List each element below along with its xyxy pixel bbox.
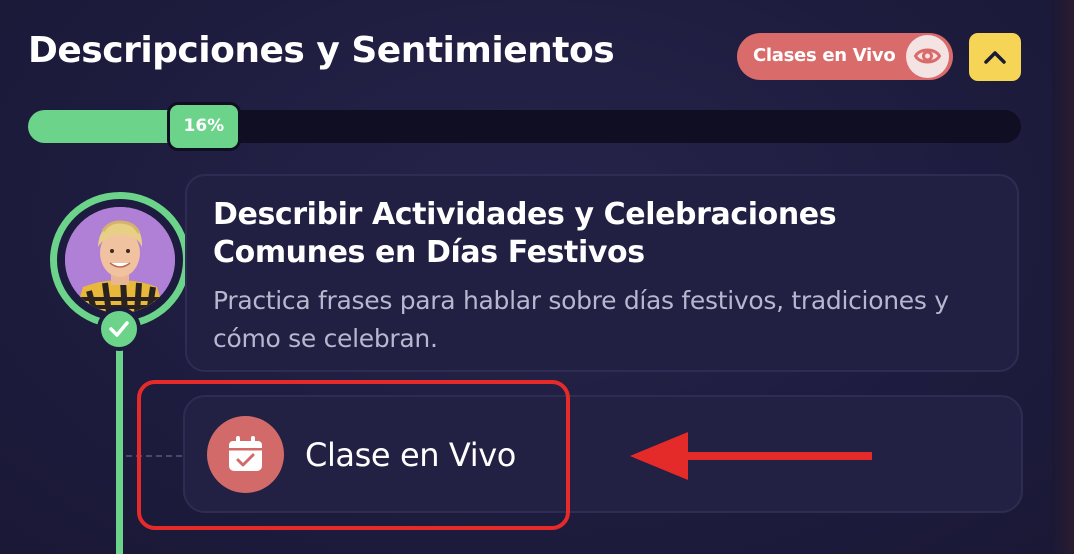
annotation-highlight-box [137,380,570,530]
check-icon [109,321,129,337]
section-title: Descripciones y Sentimientos [28,30,615,71]
lesson-card[interactable]: Describir Actividades y Celebraciones Co… [185,174,1019,372]
chevron-up-icon [984,51,1006,64]
progress-label: 16% [183,116,225,136]
course-section-panel: Descripciones y Sentimientos Clases en V… [0,0,1074,554]
lesson-title: Describir Actividades y Celebraciones Co… [213,197,837,270]
timeline-line [116,320,123,554]
live-classes-label: Clases en Vivo [753,45,896,66]
right-edge-shade [1052,0,1074,554]
annotation-arrow [630,432,872,480]
completed-check-badge [97,307,141,351]
eye-icon [906,35,949,78]
lesson-description: Practica frases para hablar sobre días f… [213,286,949,353]
progress-bar: 16% [28,102,1021,151]
collapse-section-button[interactable] [969,33,1021,81]
live-classes-toggle[interactable]: Clases en Vivo [737,33,953,80]
progress-indicator: 16% [166,102,241,151]
avatar [65,207,175,313]
